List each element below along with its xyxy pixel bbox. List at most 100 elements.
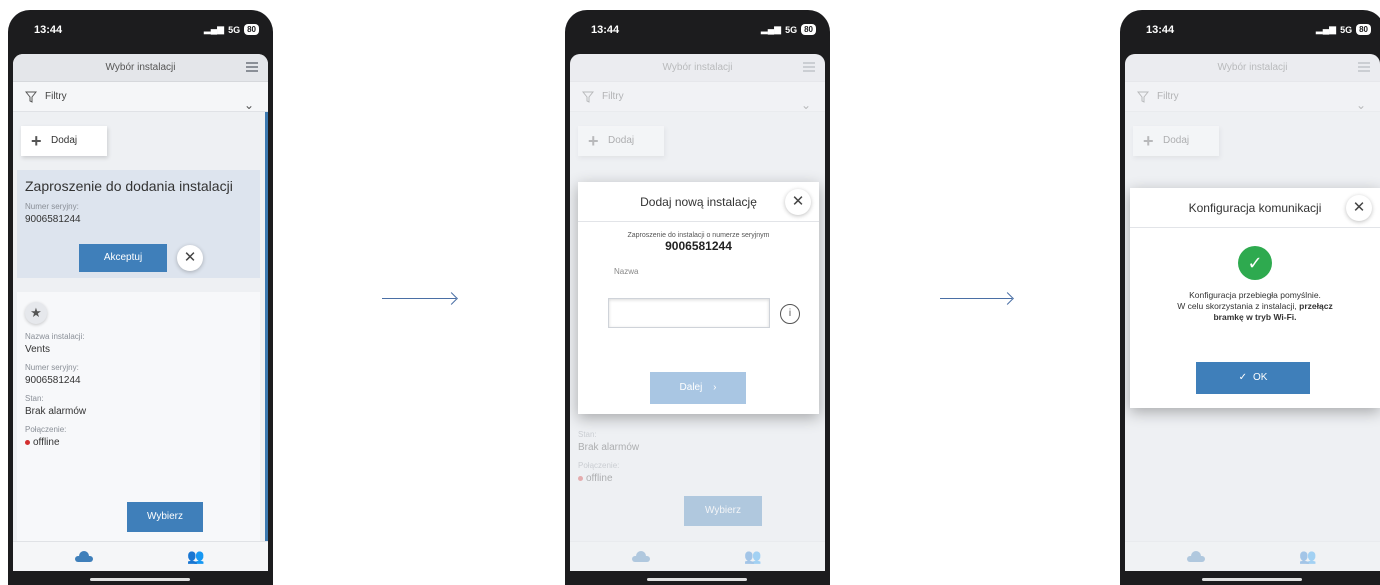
modal-subtitle: Zaproszenie do instalacji o numerze sery… [627, 232, 770, 239]
plus-icon: + [1143, 131, 1154, 151]
cloud-icon[interactable] [75, 551, 93, 562]
filter-icon [1137, 91, 1149, 103]
installation-name-label: Nazwa instalacji: [25, 332, 85, 341]
scrollbar[interactable] [265, 112, 268, 541]
connection-value: offline [33, 437, 60, 448]
status-time: 13:44 [591, 24, 620, 36]
cloud-icon[interactable] [632, 551, 650, 562]
home-indicator [1202, 578, 1302, 581]
users-icon[interactable]: 👥 [1299, 548, 1316, 565]
add-label: Dodaj [608, 135, 635, 146]
page-title: Wybór instalacji [662, 62, 733, 73]
check-icon: ✓ [1238, 372, 1247, 383]
modal-title: Konfiguracja komunikacji [1188, 201, 1322, 215]
state-label: Stan: [25, 394, 44, 403]
status-bar: 13:44 ▂▄▆ 5G 80 [1120, 10, 1380, 54]
add-button[interactable]: + Dodaj [21, 126, 107, 156]
bottom-nav: 👥 [1125, 541, 1380, 571]
accept-button[interactable]: Akceptuj [79, 244, 167, 272]
state-label: Stan: [578, 430, 597, 439]
installation-serial-label: Numer seryjny: [25, 363, 79, 372]
success-line-1: Konfiguracja przebiegła pomyślnie. [1189, 290, 1321, 300]
network-label: 5G [785, 24, 798, 35]
name-input[interactable] [608, 298, 770, 328]
main-content: + Dodaj Zaproszenie do dodania instalacj… [13, 112, 268, 542]
plus-icon: + [588, 131, 599, 151]
status-bar: 13:44 ▂▄▆ 5G 80 [8, 10, 273, 54]
page-title: Wybór instalacji [105, 62, 176, 73]
modal-serial: 9006581244 [665, 239, 732, 253]
menu-icon[interactable] [1358, 60, 1370, 72]
filters-bar[interactable]: Filtry ⌄ [570, 82, 825, 112]
offline-dot-icon [578, 475, 583, 481]
modal-title: Dodaj nową instalację [640, 195, 757, 209]
star-icon[interactable]: ★ [25, 302, 47, 324]
menu-icon[interactable] [246, 60, 258, 72]
phone-screen-1: 13:44 ▂▄▆ 5G 80 Wybór instalacji Filtry ⌄ … [8, 10, 273, 585]
status-time: 13:44 [34, 24, 63, 36]
installation-name: Vents [25, 344, 51, 355]
bottom-nav: 👥 [570, 541, 825, 571]
phone-screen-2: 13:44 ▂▄▆ 5G 80 Wybór instalacji Filtry ⌄ … [565, 10, 830, 585]
add-button[interactable]: + Dodaj [578, 126, 664, 156]
filters-label: Filtry [1157, 91, 1179, 102]
state-value: Brak alarmów [25, 406, 87, 417]
home-indicator [90, 578, 190, 581]
filters-label: Filtry [45, 91, 67, 102]
users-icon[interactable]: 👥 [744, 548, 761, 565]
add-button[interactable]: + Dodaj [1133, 126, 1219, 156]
name-label: Nazwa [614, 267, 639, 276]
status-time: 13:44 [1146, 24, 1175, 36]
close-icon[interactable]: ✕ [785, 189, 811, 215]
success-line-2: W celu skorzystania z instalacji, [1177, 301, 1297, 311]
app-screen: Wybór instalacji Filtry ⌄ + Dodaj Zapros… [13, 54, 268, 571]
ok-label: OK [1252, 372, 1268, 383]
battery-icon: 80 [1356, 24, 1371, 35]
add-installation-modal: Dodaj nową instalację ✕ Zaproszenie do i… [578, 182, 819, 414]
close-icon[interactable]: ✕ [1346, 195, 1372, 221]
filters-bar[interactable]: Filtry ⌄ [13, 82, 268, 112]
add-label: Dodaj [51, 135, 78, 146]
add-label: Dodaj [1163, 135, 1190, 146]
serial-label: Numer seryjny: [25, 202, 79, 211]
success-bold-1: przełącz [1299, 301, 1333, 311]
network-label: 5G [228, 24, 241, 35]
connection-label: Połączenie: [25, 425, 67, 434]
battery-icon: 80 [244, 24, 259, 35]
success-bold-2: bramkę w tryb Wi-Fi. [1213, 312, 1297, 322]
cloud-icon[interactable] [1187, 551, 1205, 562]
info-icon[interactable]: i [780, 304, 800, 324]
arrow-right-icon [940, 298, 1012, 299]
bottom-nav: 👥 [13, 541, 268, 571]
home-indicator [647, 578, 747, 581]
close-icon[interactable]: ✕ [177, 245, 203, 271]
choose-button[interactable]: Wybierz [684, 496, 762, 526]
filters-bar[interactable]: Filtry ⌄ [1125, 82, 1380, 112]
filter-icon [25, 91, 37, 103]
choose-button[interactable]: Wybierz [127, 502, 203, 532]
invitation-title: Zaproszenie do dodania instalacji [25, 178, 233, 194]
top-bar: Wybór instalacji [570, 54, 825, 82]
state-value: Brak alarmów [578, 442, 640, 453]
connection-label: Połączenie: [578, 461, 620, 470]
configuration-modal: Konfiguracja komunikacji ✕ ✓ Konfiguracj… [1130, 188, 1380, 408]
top-bar: Wybór instalacji [1125, 54, 1380, 82]
app-screen: Wybór instalacji Filtry ⌄ + Dodaj Stan: … [570, 54, 825, 571]
chevron-right-icon: › [713, 382, 717, 393]
signal-icon: ▂▄▆ [760, 24, 782, 34]
arrow-right-icon [382, 298, 456, 299]
success-check-icon: ✓ [1238, 246, 1272, 280]
users-icon[interactable]: 👥 [187, 548, 204, 565]
battery-icon: 80 [801, 24, 816, 35]
next-button[interactable]: Dalej › [650, 372, 746, 404]
phone-screen-3: 13:44 ▂▄▆ 5G 80 Wybór instalacji Filtry ⌄ … [1120, 10, 1380, 585]
installation-serial: 9006581244 [25, 375, 81, 386]
offline-dot-icon [25, 439, 30, 445]
filter-icon [582, 91, 594, 103]
ok-button[interactable]: ✓ OK [1196, 362, 1310, 394]
installation-card: ★ Nazwa instalacji: Vents Numer seryjny:… [17, 292, 260, 542]
filters-label: Filtry [602, 91, 624, 102]
signal-icon: ▂▄▆ [1315, 24, 1337, 34]
status-bar: 13:44 ▂▄▆ 5G 80 [565, 10, 830, 54]
menu-icon[interactable] [803, 60, 815, 72]
